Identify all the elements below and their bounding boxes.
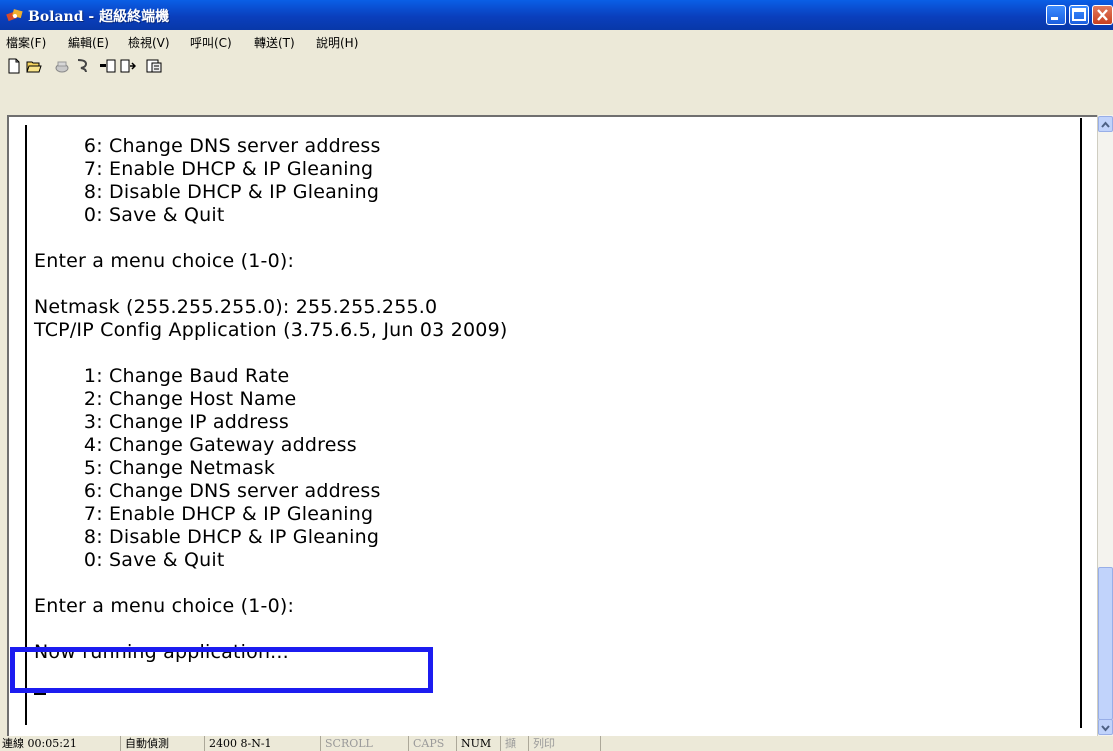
open-icon[interactable] <box>26 58 42 74</box>
close-button[interactable] <box>1092 5 1113 25</box>
title-bar[interactable]: Boland - 超級終端機 <box>0 0 1113 30</box>
terminal-left-border <box>25 125 27 725</box>
status-num: NUM <box>456 736 491 751</box>
terminal-line: 0: Save & Quit <box>34 549 225 571</box>
terminal-line: 7: Enable DHCP & IP Gleaning <box>34 503 374 525</box>
scroll-down-button[interactable] <box>1098 719 1113 735</box>
terminal-line: TCP/IP Config Application (3.75.6.5, Jun… <box>34 319 508 341</box>
menu-view[interactable]: 檢視(V) <box>128 34 170 51</box>
vertical-scrollbar[interactable] <box>1097 115 1113 736</box>
menu-help[interactable]: 說明(H) <box>316 34 358 51</box>
status-connection-time: 連線 00:05:21 <box>2 737 77 750</box>
status-capture: 擷 <box>500 736 516 751</box>
terminal-line: Netmask (255.255.255.0): 255.255.255.0 <box>34 296 438 318</box>
terminal-line: 8: Disable DHCP & IP Gleaning <box>34 181 380 203</box>
terminal-line: 7: Enable DHCP & IP Gleaning <box>34 158 374 180</box>
highlight-box <box>10 647 433 693</box>
menu-bar: 檔案(F) 編輯(E) 檢視(V) 呼叫(C) 轉送(T) 說明(H) <box>0 30 1113 52</box>
status-detect: 自動偵測 <box>120 736 169 751</box>
toolbar <box>0 52 1113 80</box>
terminal-line: 0: Save & Quit <box>34 204 225 226</box>
scroll-up-button[interactable] <box>1098 116 1113 132</box>
status-port-settings: 2400 8-N-1 <box>204 736 272 751</box>
status-scroll: SCROLL <box>320 736 373 751</box>
scroll-thumb[interactable] <box>1098 567 1113 720</box>
terminal-window: Boland - 超級終端機 檔案(F) 編輯(E) 檢視(V) 呼叫(C) 轉… <box>0 0 1113 751</box>
properties-icon[interactable] <box>146 58 162 74</box>
send-icon[interactable] <box>100 58 116 74</box>
terminal-line: 5: Change Netmask <box>34 457 276 479</box>
status-bar: 連線 00:05:21 自動偵測 2400 8-N-1 SCROLL CAPS … <box>0 736 1113 751</box>
hyperterminal-app-icon <box>6 9 23 22</box>
terminal-line: 4: Change Gateway address <box>34 434 357 456</box>
chevron-up-icon <box>1101 121 1110 128</box>
menu-edit[interactable]: 編輯(E) <box>68 34 109 51</box>
terminal-line: 6: Change DNS server address <box>34 480 381 502</box>
status-caps: CAPS <box>408 736 444 751</box>
terminal-output: 6: Change DNS server address 7: Enable D… <box>34 135 1074 664</box>
call-icon[interactable] <box>54 58 70 74</box>
terminal-right-border <box>1080 118 1082 728</box>
terminal-line: Enter a menu choice (1-0): <box>34 595 295 617</box>
chevron-down-icon <box>1101 725 1110 732</box>
menu-file[interactable]: 檔案(F) <box>6 34 46 51</box>
window-title: Boland - 超級終端機 <box>28 9 170 25</box>
terminal-line: Enter a menu choice (1-0): <box>34 250 295 272</box>
disconnect-icon[interactable] <box>74 58 90 74</box>
maximize-button[interactable] <box>1069 5 1089 25</box>
minimize-button[interactable] <box>1046 5 1066 25</box>
status-print: 列印 <box>528 736 555 751</box>
minimize-icon <box>1051 17 1058 20</box>
terminal-line: 6: Change DNS server address <box>34 135 381 157</box>
new-connection-icon[interactable] <box>6 58 22 74</box>
menu-call[interactable]: 呼叫(C) <box>190 34 232 51</box>
terminal-line: 2: Change Host Name <box>34 388 297 410</box>
terminal-line: 1: Change Baud Rate <box>34 365 290 387</box>
terminal-line: 8: Disable DHCP & IP Gleaning <box>34 526 380 548</box>
terminal-line: 3: Change IP address <box>34 411 289 433</box>
menu-transfer[interactable]: 轉送(T) <box>254 34 295 51</box>
maximize-icon <box>1072 8 1086 21</box>
close-icon <box>1097 9 1108 21</box>
status-empty <box>600 736 1113 751</box>
receive-icon[interactable] <box>120 58 136 74</box>
